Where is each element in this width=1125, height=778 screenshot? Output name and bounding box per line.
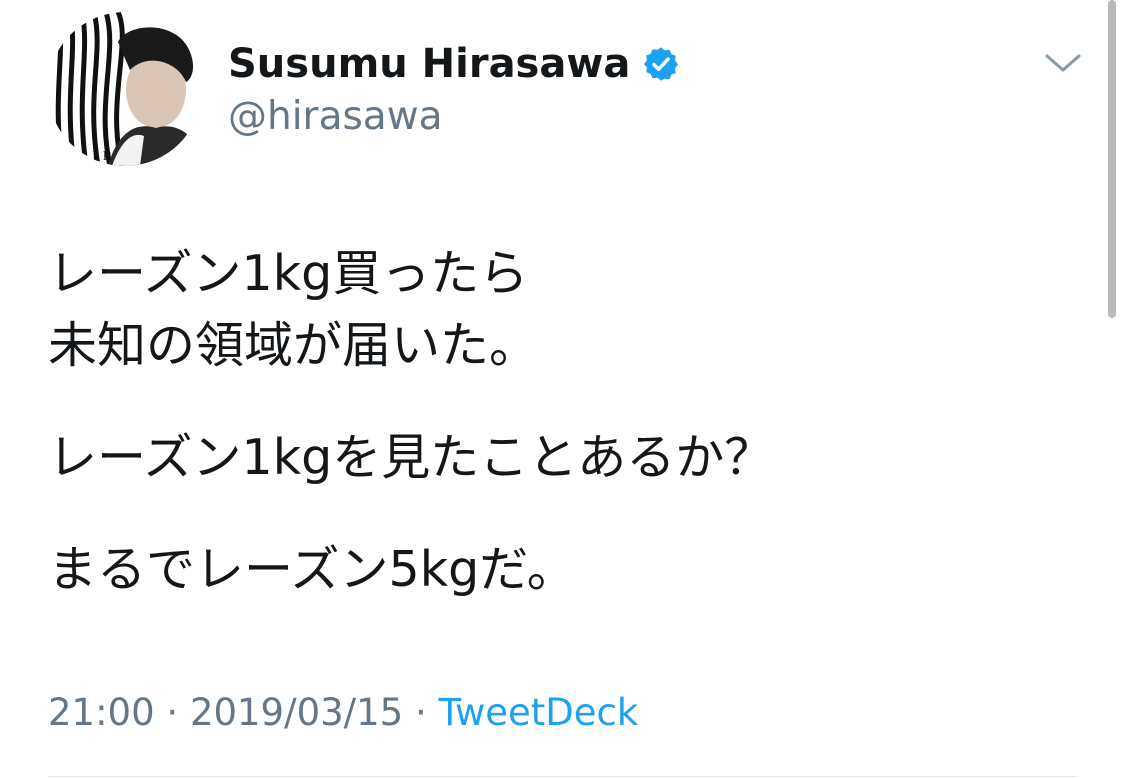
user-handle[interactable]: @hirasawa — [228, 94, 443, 140]
verified-badge-icon — [644, 47, 679, 81]
author-name-row[interactable]: Susumu Hirasawa — [228, 40, 680, 88]
chevron-down-icon[interactable] — [1044, 48, 1082, 78]
tweet-line: 未知の領域が届いた。 — [48, 317, 539, 374]
divider — [48, 776, 1077, 777]
display-name[interactable]: Susumu Hirasawa — [228, 40, 630, 88]
avatar-image: HIR — [48, 12, 202, 166]
tweet-time[interactable]: 21:00 — [48, 691, 155, 734]
tweet-date[interactable]: 2019/03/15 — [190, 691, 403, 734]
scrollbar[interactable] — [1108, 0, 1116, 318]
tweet-source-link[interactable]: TweetDeck — [439, 691, 639, 734]
tweet-text: レーズン1kg買ったら 未知の領域が届いた。 レーズン1kgを見たことあるか？ … — [48, 238, 1088, 606]
tweet-line: レーズン1kg買ったら — [48, 245, 529, 302]
tweet-line: まるでレーズン5kgだ。 — [48, 541, 576, 598]
meta-separator: · — [414, 691, 427, 734]
tweet-line: レーズン1kgを見たことあるか？ — [48, 429, 774, 486]
avatar-text: HIR — [76, 149, 118, 164]
avatar[interactable]: HIR — [48, 12, 202, 166]
meta-separator: · — [166, 691, 179, 734]
tweet-meta: 21:00 · 2019/03/15 · TweetDeck — [48, 690, 638, 736]
